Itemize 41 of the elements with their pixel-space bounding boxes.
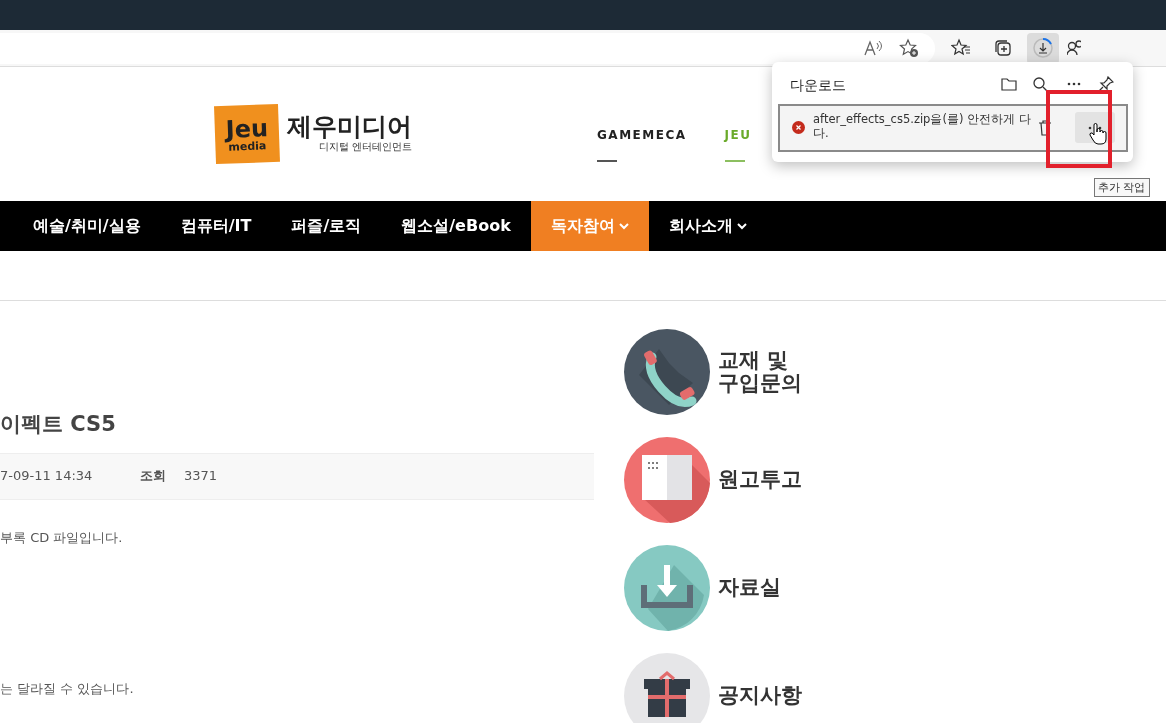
underline-mark	[724, 160, 745, 162]
logo-tagline: 디지털 엔터테인먼트	[318, 140, 412, 154]
folder-icon[interactable]	[1001, 76, 1017, 92]
read-aloud-icon[interactable]	[863, 39, 883, 57]
profile-icon[interactable]	[1067, 38, 1081, 58]
download-icon[interactable]	[624, 545, 710, 631]
nav-tab[interactable]: 회사소개	[648, 201, 767, 251]
download-message: after_effects_cs5.zip을(를) 안전하게 다 다.	[813, 112, 1032, 141]
pin-icon[interactable]	[1098, 76, 1114, 92]
logo-badge[interactable]: Jeu media	[214, 103, 280, 165]
quick-link[interactable]: 자료실	[718, 576, 781, 600]
hand-cursor-icon	[1088, 122, 1108, 146]
underline-mark	[597, 160, 617, 162]
nav-tab[interactable]: 예술/취미/실용	[13, 201, 161, 251]
phone-icon[interactable]	[624, 329, 710, 415]
add-favorite-icon[interactable]	[899, 38, 919, 58]
partner-link[interactable]: GAMEMECA	[597, 126, 687, 144]
gift-icon[interactable]	[624, 653, 710, 723]
nav-tab[interactable]: 웹소설/eBook	[381, 201, 531, 251]
quick-link[interactable]: 공지사항	[718, 684, 802, 708]
downloads-button[interactable]	[1027, 32, 1059, 64]
quick-link[interactable]: 원고투고	[718, 468, 802, 492]
document-icon[interactable]	[624, 437, 710, 523]
quick-link[interactable]: 교재 및 구입문의	[718, 348, 802, 396]
download-item[interactable]: after_effects_cs5.zip을(를) 안전하게 다 다.	[778, 104, 1128, 152]
tooltip: 추가 작업	[1094, 178, 1150, 197]
search-icon[interactable]	[1032, 76, 1048, 92]
logo-text: Jeu	[225, 115, 269, 142]
trash-icon[interactable]	[1038, 120, 1052, 136]
views-count: 3371	[184, 467, 218, 486]
post-date: 7-09-11 14:34	[0, 467, 94, 486]
nav-tab[interactable]: 퍼즐/로직	[271, 201, 382, 251]
views-label: 조회	[140, 467, 167, 486]
post-text: 는 달라질 수 있습니다.	[0, 680, 135, 698]
panel-title: 다운로드	[790, 76, 846, 95]
logo-wordmark[interactable]: 제우미디어	[287, 114, 412, 139]
address-field[interactable]	[0, 32, 935, 64]
post-title: 이펙트 CS5	[0, 411, 117, 438]
post-text: 부록 CD 파일입니다.	[0, 528, 124, 547]
nav-tab[interactable]: 컴퓨터/IT	[160, 201, 272, 251]
favorites-icon[interactable]	[951, 38, 971, 58]
